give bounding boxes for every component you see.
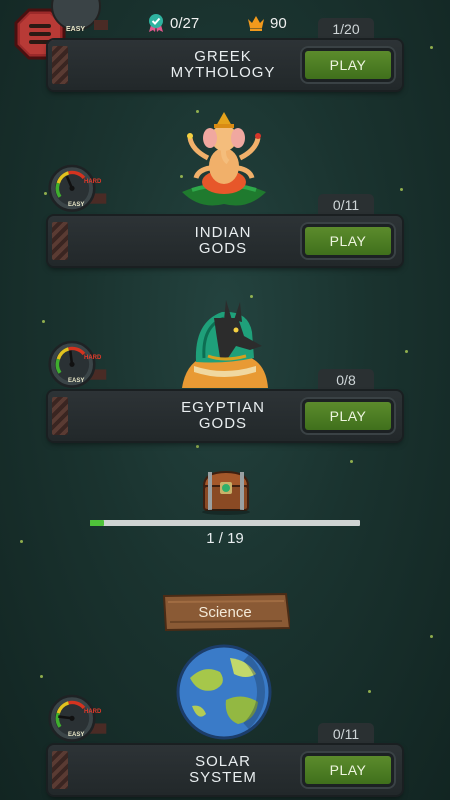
difficulty-gauge xyxy=(48,694,107,742)
firefly xyxy=(42,320,45,323)
firefly xyxy=(405,350,408,353)
card-ribbon xyxy=(52,46,68,84)
card-ribbon xyxy=(52,397,68,435)
gauge-easy-label: EASY xyxy=(68,202,85,208)
treasure-chest-icon[interactable] xyxy=(198,468,254,516)
badges-stat: 0/27 xyxy=(146,12,199,34)
firefly xyxy=(368,690,371,693)
category-title: SOLAR SYSTEM xyxy=(189,753,257,786)
firefly xyxy=(44,192,47,195)
medal-check-icon xyxy=(149,14,163,32)
anubis-illustration xyxy=(182,300,268,388)
card-ribbon xyxy=(52,751,68,789)
category-title: GREEK MYTHOLOGY xyxy=(170,48,276,81)
difficulty-gauge xyxy=(51,0,108,31)
crowns-stat: 90 xyxy=(246,12,287,34)
gauge-hard-label: HARD xyxy=(84,355,102,361)
category-card-egyptian-gods: EGYPTIAN GODS PLAY xyxy=(48,391,402,441)
category-progress: 0/8 xyxy=(318,369,374,391)
play-button[interactable]: PLAY xyxy=(300,751,396,789)
play-button[interactable]: PLAY xyxy=(300,222,396,260)
category-title: EGYPTIAN GODS xyxy=(181,399,265,432)
category-progress: 0/11 xyxy=(318,194,374,216)
firefly xyxy=(430,46,433,49)
firefly xyxy=(430,635,433,638)
section-label: Science xyxy=(198,603,252,621)
gauge-easy-label: EASY xyxy=(68,378,85,384)
gauge-hard-label: HARD xyxy=(84,179,102,185)
firefly xyxy=(350,460,353,463)
badges-count: 0/27 xyxy=(170,14,200,32)
card-ribbon xyxy=(52,222,68,260)
difficulty-gauge xyxy=(48,164,107,212)
firefly xyxy=(400,188,403,191)
firefly xyxy=(40,675,43,678)
firefly xyxy=(196,445,199,448)
play-button[interactable]: PLAY xyxy=(300,46,396,84)
play-button[interactable]: PLAY xyxy=(300,397,396,435)
category-card-solar-system: SOLAR SYSTEM PLAY xyxy=(48,745,402,795)
crown-icon xyxy=(248,16,264,31)
difficulty-gauge xyxy=(48,340,107,388)
category-card-greek-mythology: GREEK MYTHOLOGY PLAY xyxy=(48,40,402,90)
gauge-easy-label: EASY xyxy=(66,26,86,33)
gauge-easy-label: EASY xyxy=(68,732,85,738)
crowns-count: 90 xyxy=(270,14,287,32)
category-progress: 0/11 xyxy=(318,723,374,745)
chest-progress-fill xyxy=(90,520,105,526)
category-title: INDIAN GODS xyxy=(194,224,252,257)
gauge-hard-label: HARD xyxy=(84,709,102,715)
planet-illustration xyxy=(176,644,272,740)
category-progress: 1/20 xyxy=(318,18,374,40)
chest-progress-bar xyxy=(90,520,360,526)
ganesha-illustration xyxy=(182,112,266,206)
category-card-indian-gods: INDIAN GODS PLAY xyxy=(48,216,402,266)
chest-progress-text: 1 / 19 xyxy=(206,530,244,547)
